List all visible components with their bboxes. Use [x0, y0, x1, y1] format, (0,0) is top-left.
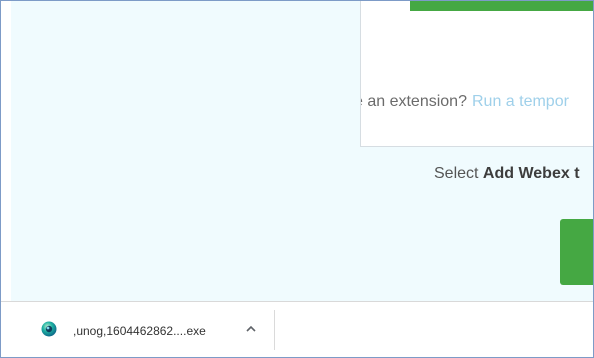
- green-header-button[interactable]: [410, 1, 593, 11]
- instruction-prefix: Select: [434, 165, 479, 182]
- download-item-divider: [274, 310, 275, 350]
- extension-card: e an extension? Run a tempor: [360, 1, 593, 147]
- extension-prompt: e an extension? Run a tempor: [360, 93, 569, 111]
- add-webex-button[interactable]: [560, 219, 593, 285]
- extension-prompt-text: e an extension?: [360, 93, 467, 110]
- webpage-content: e an extension? Run a tempor Select Add W…: [11, 1, 593, 301]
- instruction-text: Select Add Webex t: [434, 165, 580, 183]
- browser-window: e an extension? Run a tempor Select Add W…: [0, 0, 594, 358]
- run-temporary-link[interactable]: Run a tempor: [472, 93, 569, 110]
- download-shelf: ,unog,1604462862....exe: [1, 301, 593, 357]
- instruction-bold: Add Webex t: [482, 165, 580, 182]
- download-item[interactable]: ,unog,1604462862....exe: [15, 302, 273, 357]
- webex-installer-icon: [41, 321, 57, 337]
- chevron-up-icon[interactable]: [243, 321, 259, 337]
- page-left-margin: [1, 1, 11, 301]
- download-file-name: ,unog,1604462862....exe: [73, 324, 206, 338]
